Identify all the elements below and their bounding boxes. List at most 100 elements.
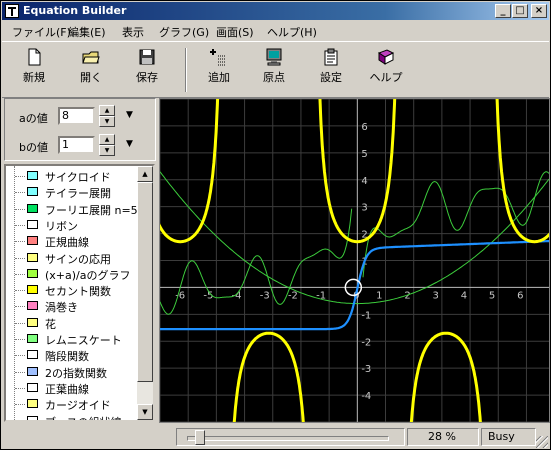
b-value-input[interactable]: 1 <box>58 136 95 154</box>
equation-label: ブースの組状線 <box>45 414 121 421</box>
scroll-down-icon[interactable]: ▼ <box>137 404 153 420</box>
equation-label: 渦巻き <box>45 301 78 315</box>
equation-item[interactable]: サイクロイド <box>6 168 139 184</box>
equation-item[interactable]: 正規曲線 <box>6 233 139 249</box>
a-value-input[interactable]: 8 <box>58 107 95 125</box>
equation-color-swatch <box>27 317 38 327</box>
zoom-slider-box <box>176 428 405 446</box>
equation-color-swatch <box>27 187 38 197</box>
toolbar: 新規 開く 保存 追加 原点 設定 ヘルプ <box>2 41 549 98</box>
open-button[interactable]: 開く <box>67 48 115 94</box>
a-dropdown-arrow-icon[interactable]: ▼ <box>126 110 133 120</box>
equation-color-swatch <box>27 399 38 409</box>
spin-up-icon[interactable]: ▲ <box>99 105 115 116</box>
equation-item[interactable]: ブースの組状線 <box>6 413 139 421</box>
add-button[interactable]: 追加 <box>195 48 243 94</box>
help-label: ヘルプ <box>369 71 403 84</box>
toolbar-separator <box>185 48 187 92</box>
b-dropdown-arrow-icon[interactable]: ▼ <box>126 139 133 149</box>
y-tick-label: -4 <box>361 391 371 402</box>
new-button[interactable]: 新規 <box>10 48 58 94</box>
spin-down-icon[interactable]: ▼ <box>99 116 115 127</box>
equation-label: レムニスケート <box>45 334 122 347</box>
series-step <box>160 240 549 331</box>
x-tick-label: 4 <box>461 290 467 301</box>
equation-item[interactable]: 花 <box>6 315 139 331</box>
settings-button[interactable]: 設定 <box>307 48 355 94</box>
equation-item[interactable]: フーリエ展開 n=5 <box>6 201 139 217</box>
list-scrollbar[interactable]: ▲ ▼ <box>137 166 153 420</box>
zoom-slider-thumb[interactable] <box>195 430 205 445</box>
tree-connector <box>15 322 25 324</box>
menu-view[interactable]: 表示 <box>122 24 144 40</box>
b-value-spinner[interactable]: ▲ ▼ <box>99 134 115 156</box>
equation-label: セカント関数 <box>45 285 111 299</box>
tree-connector <box>15 273 25 275</box>
save-button[interactable]: 保存 <box>123 48 171 94</box>
equation-list[interactable]: サイクロイド テイラー展開フーリエ展開 n=5 リボン正規曲線 サインの応用 (x+a)… <box>4 164 155 422</box>
settings-label: 設定 <box>320 71 342 84</box>
app-icon[interactable] <box>5 4 19 18</box>
app-window: Equation Builder _ □ × ファイル(F) 編集(E) 表示 … <box>0 0 551 450</box>
equation-color-swatch <box>27 203 38 213</box>
equation-color-swatch <box>27 219 38 229</box>
equation-color-swatch <box>27 268 38 278</box>
scroll-thumb[interactable] <box>137 182 153 382</box>
tree-connector <box>15 257 25 259</box>
busy-status: Busy <box>481 428 536 446</box>
a-value-spinner[interactable]: ▲ ▼ <box>99 105 115 127</box>
close-button[interactable]: × <box>531 4 547 18</box>
minimize-button[interactable]: _ <box>495 4 511 18</box>
equation-item[interactable]: リボン <box>6 217 139 233</box>
equation-item[interactable]: 階段関数 <box>6 347 139 363</box>
spin-up-icon[interactable]: ▲ <box>99 134 115 145</box>
tree-connector <box>15 339 25 340</box>
equation-item[interactable]: カージオイド <box>6 396 139 412</box>
b-value-label: bの値 <box>19 141 48 154</box>
equation-item[interactable]: (x+a)/aのグラフ <box>6 266 139 282</box>
spin-down-icon[interactable]: ▼ <box>99 145 115 156</box>
new-label: 新規 <box>23 71 45 84</box>
x-tick-label: 5 <box>489 290 495 301</box>
series-parabola <box>160 171 549 305</box>
equation-item[interactable]: セカント関数 <box>6 282 139 298</box>
equation-label: (x+a)/aのグラフ <box>45 268 131 282</box>
menu-screen[interactable]: 画面(S) <box>216 24 254 40</box>
y-tick-label: 6 <box>361 122 367 133</box>
window-title: Equation Builder <box>23 4 127 17</box>
equation-label: 正規曲線 <box>45 236 89 250</box>
equation-item[interactable]: テイラー展開 <box>6 184 139 200</box>
x-tick-label: -3 <box>260 290 270 301</box>
equation-label: サイクロイド <box>45 171 111 184</box>
graph-canvas[interactable]: -6 -5 -4 -3 -2 -1 0 1 2 3 4 5 6654321-1-2-3-4 <box>160 99 549 422</box>
menu-file[interactable]: ファイル(F) <box>12 24 71 40</box>
tree-connector <box>15 241 25 243</box>
equation-item[interactable]: サインの応用 <box>6 250 139 266</box>
tree-connector <box>15 224 25 226</box>
equation-item[interactable]: レムニスケート <box>6 331 139 347</box>
origin-button[interactable]: 原点 <box>250 48 298 94</box>
x-tick-label: -2 <box>288 290 298 301</box>
series-fourier-right <box>362 171 549 278</box>
maximize-button[interactable]: □ <box>512 4 528 18</box>
menu-graph[interactable]: グラフ(G) <box>159 24 209 40</box>
menu-help[interactable]: ヘルプ(H) <box>267 24 317 40</box>
equation-item[interactable]: 渦巻き <box>6 298 139 314</box>
equation-label: フーリエ展開 n=5 <box>45 203 138 217</box>
origin-label: 原点 <box>263 71 285 84</box>
status-bar: 28 % Busy <box>2 426 549 449</box>
resize-grip-icon[interactable] <box>536 436 548 448</box>
clipboard-icon <box>324 48 338 66</box>
help-button[interactable]: ヘルプ <box>362 48 410 94</box>
equation-item[interactable]: 2の指数関数 <box>6 364 139 380</box>
series-secant <box>409 331 482 422</box>
tree-connector <box>15 387 25 389</box>
title-bar[interactable]: Equation Builder _ □ × <box>2 2 549 20</box>
scroll-up-icon[interactable]: ▲ <box>137 166 153 182</box>
graph-area[interactable]: -6 -5 -4 -3 -2 -1 0 1 2 3 4 5 6 6 5 4 3 2 1 -1 -2 -3 -4 <box>159 98 550 423</box>
equation-item[interactable]: 正葉曲線 <box>6 380 139 396</box>
zoom-slider-track[interactable] <box>187 436 389 441</box>
save-label: 保存 <box>136 71 158 84</box>
tree-connector <box>15 404 25 406</box>
menu-edit[interactable]: 編集(E) <box>68 24 106 40</box>
